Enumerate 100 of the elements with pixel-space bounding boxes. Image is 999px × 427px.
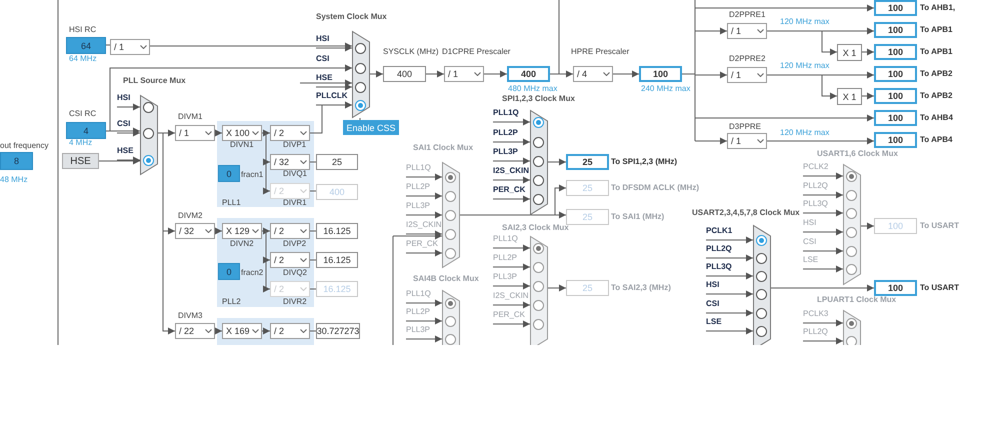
connector-arrow [802, 248, 844, 254]
frequency-field[interactable]: 100 [874, 132, 917, 148]
hse-button[interactable]: HSE [62, 153, 99, 169]
prescaler-dropdown[interactable]: / 1 [444, 66, 484, 82]
prescaler-dropdown[interactable]: / 2 [270, 252, 310, 268]
connector-arrow [406, 212, 442, 218]
connector-arrow [406, 174, 442, 180]
frequency-field[interactable]: 100 [874, 44, 917, 60]
input-label: I2S_CKIN [493, 166, 530, 176]
output-label: To APB4 [920, 135, 952, 145]
prescaler-dropdown[interactable]: / 1 [727, 133, 767, 149]
connector-arrow [484, 70, 508, 78]
input-label: LSE [706, 317, 722, 327]
input-label: PLLCLK [316, 91, 348, 101]
caption-label: D2PPRE2 [729, 54, 766, 64]
input-label: PLL1Q [493, 108, 519, 118]
connector-arrow [802, 320, 844, 326]
input-label: PLL3P [493, 272, 518, 282]
connector-arrow [694, 28, 728, 34]
prescaler-dropdown[interactable]: X 100 [222, 125, 262, 141]
input-label: HSE [316, 73, 332, 83]
connector-arrow [706, 290, 754, 298]
connector-arrow [694, 138, 728, 144]
frequency-field[interactable]: 0 [218, 165, 240, 182]
output-label: To APB2 [920, 91, 952, 101]
frequency-field[interactable]: 100 [874, 22, 917, 38]
frequency-field[interactable]: 400 [507, 66, 550, 82]
connector-arrow [406, 336, 442, 342]
caption-label: D1CPRE Prescaler [442, 47, 510, 57]
input-label: PCLK1 [706, 226, 732, 236]
frequency-field[interactable]: 25 [566, 154, 609, 170]
chevron-icon [140, 45, 147, 49]
connector-arrow [862, 48, 874, 56]
max-frequency-note: 48 MHz [0, 175, 28, 185]
frequency-field[interactable]: 8 [0, 152, 33, 170]
caption-label: DIVQ2 [283, 268, 308, 278]
prescaler-dropdown[interactable]: X 129 [222, 223, 262, 239]
frequency-field[interactable]: 25 [316, 154, 358, 170]
multiplier-field: X 1 [837, 44, 862, 61]
output-label: To APB1 [920, 47, 952, 57]
connector-arrow [802, 266, 844, 272]
chevron-icon [300, 131, 307, 135]
chevron-icon [205, 329, 212, 333]
frequency-field[interactable]: 0 [218, 263, 240, 280]
prescaler-dropdown[interactable]: / 1 [727, 67, 767, 83]
frequency-field[interactable]: 100 [874, 66, 917, 82]
prescaler-dropdown[interactable]: / 32 [270, 154, 310, 170]
frequency-field[interactable]: 100 [639, 66, 682, 82]
caption-label: DIVR1 [283, 198, 307, 208]
caption-label: fracn2 [241, 268, 264, 278]
prescaler-dropdown[interactable]: / 2 [270, 125, 310, 141]
output-label: To SAI2,3 (MHz) [611, 283, 671, 293]
connector-arrow [492, 118, 530, 126]
frequency-field[interactable]: 100 [874, 88, 917, 104]
output-label: To DFSDM ACLK (MHz) [611, 183, 699, 193]
prescaler-dropdown[interactable]: / 4 [573, 66, 613, 82]
prescaler-dropdown[interactable]: / 22 [175, 323, 215, 339]
mux-title: SPI1,2,3 Clock Mux [502, 94, 575, 104]
connector-arrow [426, 70, 444, 78]
input-label: PLL1Q [406, 163, 431, 173]
prescaler-dropdown[interactable]: X 169 [222, 323, 262, 339]
connector-arrow [548, 284, 566, 292]
frequency-field[interactable]: 100 [874, 110, 917, 126]
frequency-field[interactable]: 400 [383, 66, 426, 82]
input-label: PLL2Q [706, 244, 732, 254]
frequency-field[interactable]: 64 [66, 37, 106, 54]
output-label: To AHB1, [920, 3, 956, 13]
input-label: HSI [803, 218, 816, 228]
frequency-field[interactable]: 4 [66, 122, 106, 139]
mux-title: System Clock Mux [316, 12, 387, 22]
input-label: PLL2P [493, 253, 518, 263]
input-label: CSI [316, 54, 330, 64]
chevron-icon [252, 329, 259, 333]
caption-label: HSI RC [69, 25, 96, 35]
frequency-field[interactable]: 16.125 [316, 252, 358, 268]
prescaler-dropdown[interactable]: / 2 [270, 223, 310, 239]
connector-arrow [802, 338, 844, 344]
prescaler-dropdown[interactable]: / 1 [175, 125, 215, 141]
prescaler-dropdown[interactable]: / 1 [110, 39, 150, 55]
prescaler-dropdown[interactable]: / 32 [175, 223, 215, 239]
caption-label: DIVQ1 [283, 169, 308, 179]
connector-arrow [706, 310, 754, 316]
frequency-field[interactable]: 30.727273 [316, 323, 360, 339]
input-label: HSI [316, 34, 330, 44]
caption-label: PLL1 [222, 198, 241, 208]
connector-arrow [406, 192, 442, 200]
caption-label: DIVR2 [283, 297, 307, 307]
mux-title: USART1,6 Clock Mux [817, 149, 898, 159]
connector-arrow [492, 244, 530, 252]
input-label: PLL2P [406, 182, 430, 192]
frequency-field[interactable]: 100 [874, 280, 917, 296]
connector-arrow [492, 264, 530, 270]
input-label: CSI [803, 237, 816, 247]
prescaler-dropdown[interactable]: / 1 [727, 23, 767, 39]
prescaler-dropdown[interactable]: / 2 [270, 323, 310, 339]
frequency-field[interactable]: 16.125 [316, 223, 358, 239]
output-label: To SPI1,2,3 (MHz) [611, 157, 678, 167]
frequency-field[interactable]: 100 [874, 0, 917, 16]
caption-label: PLL2 [222, 297, 241, 307]
caption-label: DIVP1 [283, 140, 306, 150]
